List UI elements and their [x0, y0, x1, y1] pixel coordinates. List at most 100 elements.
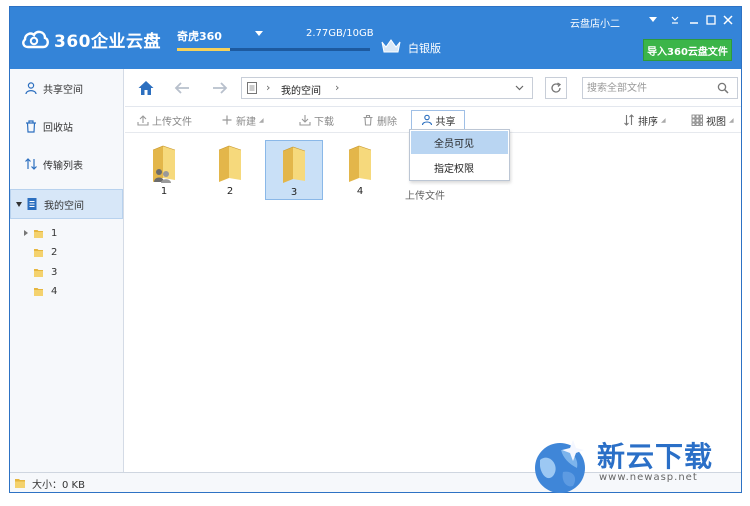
file-name: 3 — [290, 187, 298, 198]
watermark-title: 新云下载 — [597, 440, 714, 473]
folder-icon — [282, 146, 306, 183]
file-item[interactable]: 1 — [135, 140, 193, 200]
folder-icon — [34, 268, 43, 277]
delete-label: 删除 — [377, 116, 397, 128]
file-grid: 1 2 3 4 上传文件 — [125, 134, 741, 472]
download-button[interactable]: 下载 — [299, 111, 334, 129]
download-label: 下载 — [314, 116, 334, 128]
chevron-down-icon: ◢ — [729, 116, 734, 124]
breadcrumb-separator: › — [266, 81, 271, 94]
globe-logo-icon — [535, 440, 585, 493]
sort-label: 排序 — [638, 116, 658, 128]
view-label: 视图 — [706, 116, 726, 128]
tree-item[interactable]: 2 — [24, 244, 57, 260]
plan-tier: 白银版 — [408, 42, 441, 55]
file-name: 1 — [160, 186, 168, 197]
upload-button[interactable]: 上传文件 — [137, 111, 192, 129]
folder-icon — [348, 145, 372, 182]
sidebar-item-label: 传输列表 — [43, 160, 83, 172]
folder-icon — [218, 145, 242, 182]
title-bar: 360企业云盘 奇虎360 2.77GB/10GB 白银版 云盘店小二 导入36… — [10, 7, 741, 69]
back-arrow-icon[interactable] — [173, 79, 191, 97]
menu-item-custom-permissions[interactable]: 指定权限 — [411, 156, 508, 179]
refresh-button[interactable] — [545, 77, 567, 99]
upload-label: 上传文件 — [152, 116, 192, 128]
storage-progress-fill — [177, 48, 231, 51]
close-icon[interactable] — [721, 13, 735, 27]
document-icon — [247, 82, 257, 94]
tree-item-label: 1 — [51, 227, 58, 239]
collapse-triangle-icon[interactable] — [16, 202, 22, 207]
search-box[interactable] — [582, 77, 738, 99]
share-users-icon — [421, 114, 432, 126]
sidebar-item-label: 回收站 — [43, 122, 73, 134]
menu-item-visible-to-all[interactable]: 全员可见 — [411, 131, 508, 154]
download-icon — [299, 115, 311, 126]
storage-progress — [177, 48, 370, 51]
username[interactable]: 云盘店小二 — [570, 15, 620, 30]
file-name: 2 — [226, 186, 234, 197]
file-item[interactable]: 4 — [331, 140, 389, 200]
sidebar-item-label: 我的空间 — [44, 200, 84, 212]
menu-icon[interactable] — [668, 13, 682, 27]
chevron-down-icon: ◢ — [259, 116, 264, 124]
breadcrumb-my-space[interactable]: 我的空间 — [281, 82, 321, 97]
file-item[interactable]: 2 — [201, 140, 259, 200]
forward-arrow-icon[interactable] — [211, 79, 229, 97]
folder-icon — [34, 229, 43, 238]
delete-button[interactable]: 删除 — [362, 111, 397, 129]
sidebar-item-transfer-list[interactable]: 传输列表 — [10, 149, 123, 179]
sidebar-item-shared[interactable]: 共享空间 — [10, 73, 123, 103]
account-name[interactable]: 奇虎360 — [177, 28, 222, 44]
grid-view-icon — [691, 114, 703, 126]
watermark: 新云下载 www.newasp.net — [527, 432, 747, 500]
maximize-icon[interactable] — [704, 13, 718, 27]
upload-file-tile[interactable]: 上传文件 — [405, 187, 445, 202]
users-icon — [25, 82, 37, 95]
sidebar-item-recycle-bin[interactable]: 回收站 — [10, 111, 123, 141]
folder-icon — [34, 287, 43, 296]
chevron-down-icon[interactable] — [515, 83, 524, 92]
sidebar-item-label: 共享空间 — [43, 84, 83, 96]
chevron-down-icon: ◢ — [661, 116, 666, 124]
storage-usage: 2.77GB/10GB — [306, 28, 374, 39]
trash-icon — [26, 120, 36, 133]
import-button[interactable]: 导入360云盘文件 — [643, 39, 732, 61]
tree-item[interactable]: 1 — [24, 225, 57, 241]
search-icon[interactable] — [717, 82, 729, 94]
sidebar-item-my-space[interactable]: 我的空间 — [10, 189, 123, 219]
address-bar[interactable]: › 我的空间 › — [241, 77, 533, 99]
expand-arrow-icon[interactable] — [24, 230, 28, 236]
breadcrumb-separator: › — [335, 81, 340, 94]
tree-item-label: 3 — [51, 266, 58, 278]
upload-icon — [137, 115, 149, 126]
search-input[interactable] — [587, 79, 715, 97]
folder-icon — [15, 479, 25, 488]
folder-icon — [34, 248, 43, 257]
new-button[interactable]: 新建 ◢ — [221, 111, 264, 129]
minimize-icon[interactable] — [687, 13, 701, 27]
tree-item[interactable]: 4 — [24, 283, 57, 299]
share-label: 共享 — [435, 116, 456, 128]
document-icon — [27, 198, 37, 210]
file-item-selected[interactable]: 3 — [265, 140, 323, 200]
sort-icon — [624, 114, 634, 126]
account-dropdown-icon[interactable] — [255, 31, 263, 36]
refresh-icon — [551, 82, 562, 93]
tree-item-label: 2 — [51, 246, 58, 258]
sidebar: 共享空间 回收站 传输列表 我的空间 1 2 3 4 — [10, 69, 124, 472]
user-menu-chevron-icon[interactable] — [646, 13, 660, 27]
tree-item[interactable]: 3 — [24, 264, 57, 280]
home-icon[interactable] — [137, 79, 155, 97]
tree-item-label: 4 — [51, 285, 58, 297]
view-button[interactable]: 视图 ◢ — [691, 111, 734, 129]
file-name: 4 — [356, 186, 364, 197]
watermark-url: www.newasp.net — [599, 472, 698, 483]
app-logo: 360企业云盘 — [20, 25, 161, 53]
size-status: 大小：0 KB — [32, 479, 85, 491]
cloud-logo-icon — [22, 30, 49, 49]
sort-button[interactable]: 排序 ◢ — [623, 111, 666, 129]
new-label: 新建 — [236, 116, 256, 128]
share-button[interactable]: 共享 — [411, 110, 465, 130]
trash-icon — [363, 114, 373, 126]
